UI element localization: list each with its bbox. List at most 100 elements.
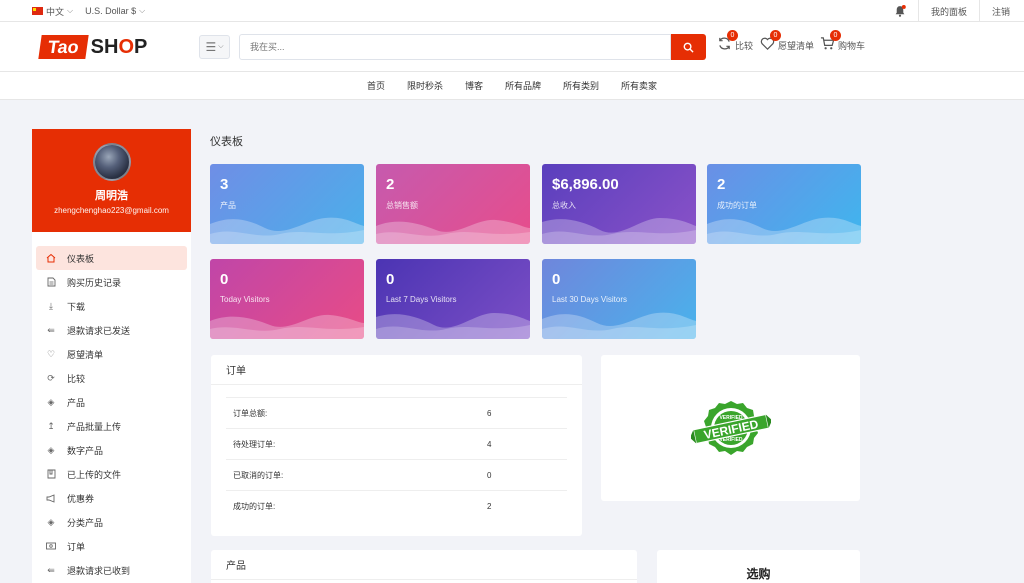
sidebar-item-label: 已上传的文件 [67,469,122,480]
stat-label: Last 7 Days Visitors [386,295,457,304]
cart-button[interactable]: 0 购物车 [820,30,866,52]
currency-selector[interactable]: U.S. Dollar $ ⌵ [85,6,145,16]
stat-card-30-day-visitors: 0 Last 30 Days Visitors [542,259,696,339]
sidebar-item-label: 购买历史记录 [67,277,122,288]
heart-icon: ♡ [46,348,56,359]
sidebar-item-wishlist[interactable]: ♡ 愿望清单 [36,342,187,366]
stat-value: 0 [220,271,229,288]
wave-decoration [210,314,364,339]
stat-value: 3 [220,176,229,193]
diamond-icon: ◈ [47,444,55,455]
sidebar-item-label: 订单 [67,541,86,552]
currency-label: U.S. Dollar $ [85,6,137,16]
sidebar-item-bulk-upload[interactable]: ↥ 产品批量上传 [36,414,187,438]
stat-label: Last 30 Days Visitors [552,295,627,304]
stat-card-products: 3 产品 [210,164,364,244]
hamburger-icon: ☰ [205,40,217,54]
verified-panel: VERIFIED VERIFIED VERIFIED [601,355,860,501]
language-selector[interactable]: 中文 ⌵ [32,5,73,18]
order-stat-row: 成功的订单: 2 [226,491,567,522]
stat-value: $6,896.00 [552,176,619,193]
sidebar-item-coupons[interactable]: 优惠券 [36,486,187,510]
nav-all-categories[interactable]: 所有类别 [562,79,600,92]
language-label: 中文 [46,6,65,17]
reply-icon: ⇚ [47,324,55,335]
profile-name: 周明浩 [95,190,128,202]
sidebar-item-label: 愿望清单 [67,349,104,360]
sidebar-item-refund-received[interactable]: ⇚ 退款请求已收到 [36,558,187,582]
purchase-panel: 选购 [657,550,860,583]
wave-decoration [210,217,364,244]
sidebar-item-refund-sent[interactable]: ⇚ 退款请求已发送 [36,318,187,342]
nav-home[interactable]: 首页 [366,79,386,92]
reply-icon: ⇚ [47,564,55,575]
orders-panel: 订单 订单总额: 6 待处理订单: 4 已取消的订单: 0 成功的订单: 2 [211,355,582,536]
sidebar-item-category-products[interactable]: ◈ 分类产品 [36,510,187,534]
diamond-icon: ◈ [47,396,55,407]
profile-card: 周明浩 zhengchenghao223@gmail.com [32,129,191,232]
sidebar-item-downloads[interactable]: ⤓ 下载 [36,294,187,318]
verified-badge-icon: VERIFIED VERIFIED VERIFIED [690,401,771,455]
wave-decoration [542,218,696,244]
logo[interactable]: Tao SHOP [38,34,147,60]
china-flag-icon [32,7,43,15]
file-icon [46,277,56,287]
stat-label: Today Visitors [220,295,270,304]
order-stat-label: 待处理订单: [233,439,276,449]
upload-icon: ↥ [47,420,55,431]
notification-button[interactable] [882,0,918,22]
sidebar-item-orders[interactable]: 订单 [36,534,187,558]
sidebar-item-purchase-history[interactable]: 购买历史记录 [36,270,187,294]
orders-list: 订单总额: 6 待处理订单: 4 已取消的订单: 0 成功的订单: 2 [211,398,582,522]
nav-all-brands[interactable]: 所有品牌 [504,79,542,92]
products-panel: 产品 [211,550,637,583]
stat-card-total-income: $6,896.00 总收入 [542,164,696,244]
diamond-icon: ◈ [47,516,55,527]
sidebar-item-label: 退款请求已收到 [67,565,131,576]
home-icon [46,253,56,263]
sidebar-item-label: 数字产品 [67,445,104,456]
profile-email: zhengchenghao223@gmail.com [54,206,169,215]
wishlist-count-badge: 0 [770,30,781,41]
top-bar: 中文 ⌵ U.S. Dollar $ ⌵ 我的面板 注销 [0,0,1024,22]
wishlist-button[interactable]: 0 愿望清单 [760,30,814,52]
sidebar-item-compare[interactable]: ⟳ 比较 [36,366,187,390]
nav-flash-deals[interactable]: 限时秒杀 [406,79,444,92]
cart-count-badge: 0 [830,30,841,41]
orders-panel-title: 订单 [211,355,582,385]
compare-label: 比较 [735,41,754,51]
chevron-down-icon: ⌵ [139,6,146,15]
category-menu-button[interactable]: ☰ ⌵ [199,35,230,59]
sidebar-item-label: 仪表板 [67,253,95,264]
bell-icon [894,5,906,17]
compare-count-badge: 0 [727,30,738,41]
wave-decoration [376,219,530,244]
sidebar-item-label: 比较 [67,373,86,384]
order-stat-label: 订单总额: [233,408,268,418]
main-nav: 首页 限时秒杀 博客 所有品牌 所有类别 所有卖家 [0,72,1024,100]
avatar[interactable] [92,143,131,181]
logo-tao: Tao [38,35,89,59]
page-title: 仪表板 [210,136,243,148]
my-dashboard-link[interactable]: 我的面板 [917,0,979,22]
sidebar-item-digital-products[interactable]: ◈ 数字产品 [36,438,187,462]
sidebar-item-label: 下载 [67,301,86,312]
nav-blog[interactable]: 博客 [464,79,484,92]
compare-button[interactable]: 0 比较 [717,30,754,52]
sidebar-item-uploaded-files[interactable]: 已上传的文件 [36,462,187,486]
money-icon [46,541,56,551]
stat-card-successful-orders: 2 成功的订单 [707,164,861,244]
search-button[interactable] [671,34,706,60]
sidebar-item-label: 分类产品 [67,517,104,528]
logout-link[interactable]: 注销 [978,0,1024,22]
nav-all-sellers[interactable]: 所有卖家 [620,79,658,92]
stat-card-total-sales: 2 总销售额 [376,164,530,244]
sidebar-item-dashboard[interactable]: 仪表板 [36,246,187,270]
sidebar-item-products[interactable]: ◈ 产品 [36,390,187,414]
order-stat-row: 已取消的订单: 0 [226,460,567,491]
cart-label: 购物车 [838,41,866,51]
sidebar-item-label: 退款请求已发送 [67,325,131,336]
search-input[interactable] [239,34,671,60]
wave-decoration [376,313,530,339]
stat-value: 2 [386,176,395,193]
